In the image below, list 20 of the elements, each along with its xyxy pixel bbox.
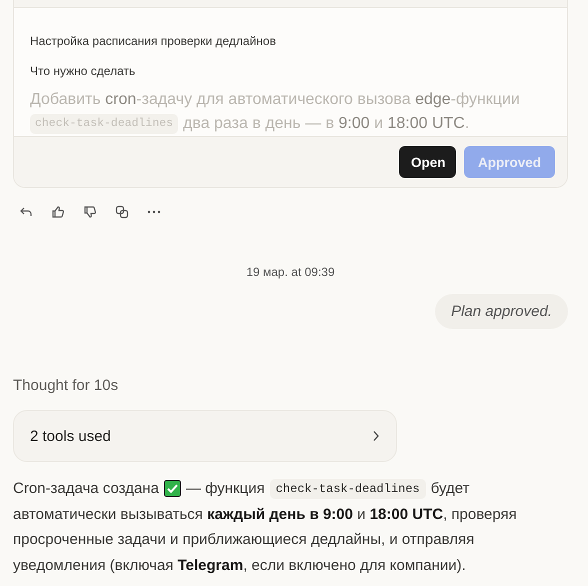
check-mark-icon — [164, 480, 181, 498]
message-text: просроченные задачи и приближающиеся дедлайны, и отправляя — [13, 531, 474, 548]
copy-icon[interactable] — [114, 204, 130, 220]
message-text: уведомления (включая Telegram, если включено для компании). — [13, 556, 466, 574]
message-text: Cron-задача создана — [13, 480, 159, 498]
message-text: Добавить cron-задачу для автоматического вызова edge-функции — [30, 90, 520, 110]
timestamp: 19 мар. at 09:39 — [246, 265, 335, 279]
plan-title: Настройка расписания проверки дедлайнов — [30, 33, 276, 49]
message-text: — функция — [186, 480, 265, 498]
thumbs-down-icon[interactable] — [82, 204, 98, 220]
thumbs-up-icon[interactable] — [50, 204, 66, 220]
thought-label: Thought for 10s — [13, 377, 118, 394]
user-message: Plan approved. — [435, 294, 568, 329]
inline-code: check-task-deadlines — [270, 478, 426, 499]
section-heading: Что нужно сделать — [30, 63, 136, 79]
tools-used-toggle[interactable]: 2 tools used — [13, 410, 397, 462]
message-text: два раза в день — в 9:00 и 18:00 UTC. — [183, 114, 470, 134]
message-text: автоматически вызываться каждый день в 9:00 и 18:00 UTC, проверяя — [13, 506, 517, 523]
message-text: будет — [430, 480, 470, 498]
open-button[interactable]: Open — [399, 146, 456, 178]
